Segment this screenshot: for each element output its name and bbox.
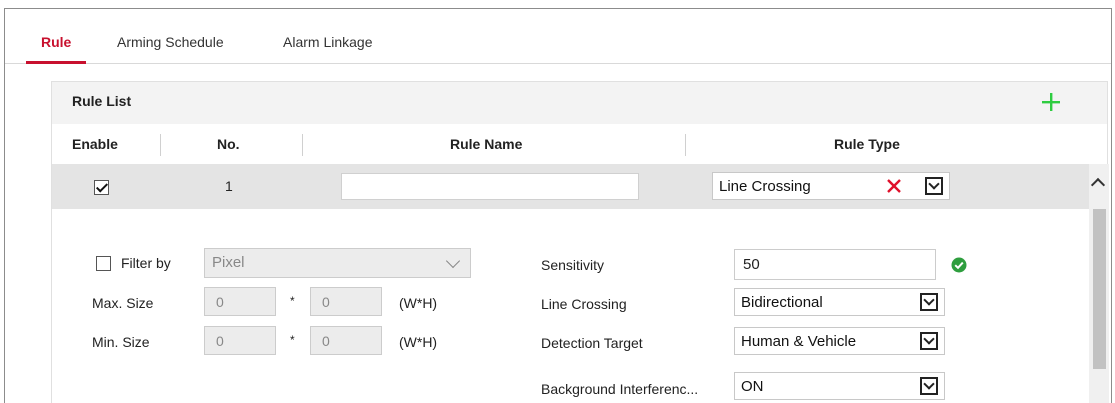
chevron-down-icon <box>920 332 938 350</box>
filter-by-label: Filter by <box>121 255 171 271</box>
min-height-input: 0 <box>310 326 382 355</box>
sensitivity-input[interactable]: 50 <box>734 249 936 280</box>
tab-bar: Rule Arming Schedule Alarm Linkage <box>5 9 1111 64</box>
col-rule-type: Rule Type <box>834 136 900 152</box>
main-frame: Rule Arming Schedule Alarm Linkage Rule … <box>4 8 1112 403</box>
rule-list-panel: Rule List Enable No. Rule Name Rule Type… <box>51 81 1109 403</box>
chevron-down-icon <box>920 293 938 311</box>
col-divider <box>160 134 161 156</box>
tab-rule[interactable]: Rule <box>41 34 71 50</box>
delete-icon[interactable] <box>884 176 904 196</box>
min-size-unit: (W*H) <box>399 334 438 350</box>
scroll-up-icon[interactable] <box>1090 177 1106 193</box>
col-enable: Enable <box>72 136 118 152</box>
rule-list-title: Rule List <box>72 93 132 109</box>
min-size-label: Min. Size <box>92 334 150 350</box>
active-tab-indicator <box>26 61 86 64</box>
max-size-label: Max. Size <box>92 295 154 311</box>
column-headers: Enable No. Rule Name Rule Type <box>52 124 1107 164</box>
chevron-down-icon <box>445 253 461 269</box>
tab-arming-schedule[interactable]: Arming Schedule <box>117 34 224 50</box>
line-crossing-label: Line Crossing <box>541 296 627 312</box>
min-width-input: 0 <box>204 326 276 355</box>
scrollbar[interactable] <box>1089 164 1109 403</box>
max-width-input: 0 <box>204 287 276 316</box>
scrollbar-thumb[interactable] <box>1093 209 1106 369</box>
background-interference-label: Background Interferenc... <box>541 381 699 397</box>
rule-list-header: Rule List <box>52 82 1107 124</box>
max-size-unit: (W*H) <box>399 295 438 311</box>
background-interference-select[interactable]: ON <box>734 372 945 400</box>
times-sign: * <box>290 294 295 308</box>
filter-by-select: Pixel <box>204 248 471 278</box>
rule-name-input[interactable] <box>341 173 639 200</box>
rule-number: 1 <box>225 178 233 194</box>
col-divider <box>685 134 686 156</box>
times-sign: * <box>290 333 295 347</box>
chevron-down-icon <box>925 177 943 195</box>
detection-target-select[interactable]: Human & Vehicle <box>734 327 945 355</box>
col-divider <box>302 134 303 156</box>
tab-alarm-linkage[interactable]: Alarm Linkage <box>283 34 373 50</box>
chevron-down-icon <box>920 377 938 395</box>
detection-target-label: Detection Target <box>541 335 643 351</box>
max-height-input: 0 <box>310 287 382 316</box>
add-icon[interactable] <box>1039 90 1063 114</box>
col-no: No. <box>217 136 240 152</box>
rule-type-select[interactable]: Line Crossing <box>712 172 950 200</box>
filter-by-checkbox[interactable] <box>96 256 111 271</box>
check-circle-icon <box>951 257 967 273</box>
sensitivity-label: Sensitivity <box>541 257 605 273</box>
col-rule-name: Rule Name <box>450 136 523 152</box>
rule-enable-checkbox[interactable] <box>94 180 109 195</box>
line-crossing-select[interactable]: Bidirectional <box>734 288 945 316</box>
table-row[interactable]: 1 Line Crossing <box>52 164 1089 209</box>
